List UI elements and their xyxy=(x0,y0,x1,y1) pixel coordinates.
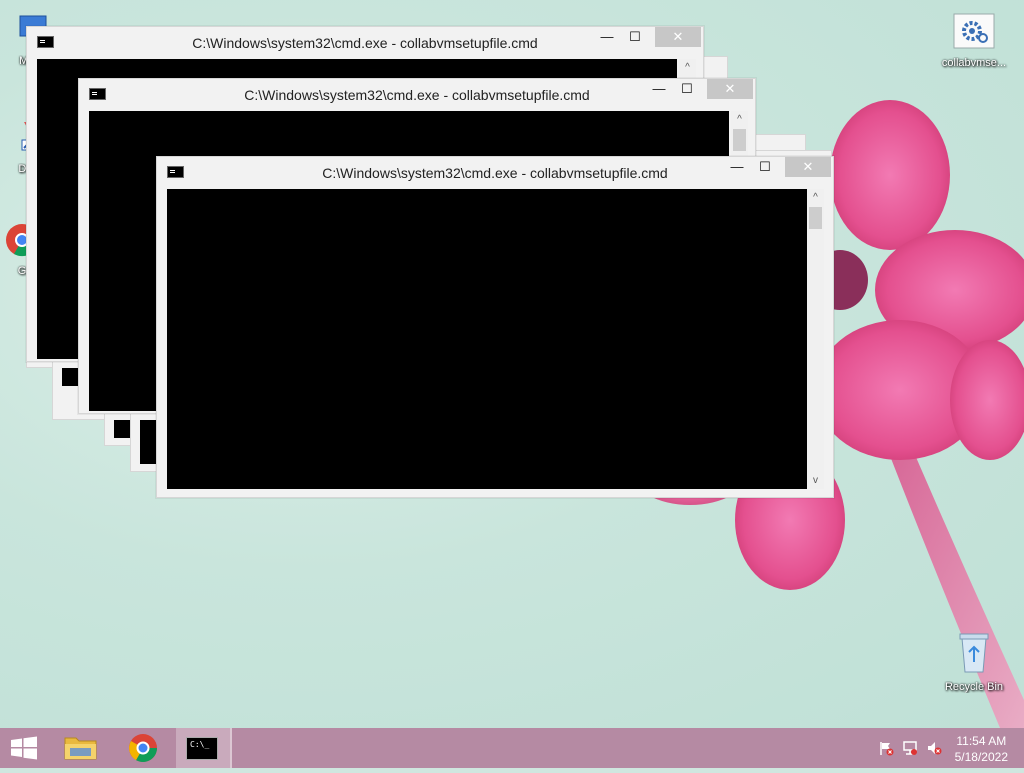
file-explorer-button[interactable] xyxy=(56,728,106,768)
chrome-icon xyxy=(129,734,157,762)
chrome-taskbar-button[interactable] xyxy=(118,728,168,768)
cmd-window-front[interactable]: C:\Windows\system32\cmd.exe - collabvmse… xyxy=(156,156,834,498)
clock-time: 11:54 AM xyxy=(956,734,1007,748)
title-bar[interactable]: C:\Windows\system32\cmd.exe - collabvmse… xyxy=(79,79,755,109)
desktop-icon-recycle-bin[interactable]: Recycle Bin xyxy=(936,630,1012,693)
minimize-button[interactable]: — xyxy=(595,27,619,47)
scroll-down-arrow[interactable]: v xyxy=(807,472,824,489)
folder-icon xyxy=(64,737,97,760)
volume-muted-icon[interactable] xyxy=(926,740,942,756)
action-center-flag-icon[interactable] xyxy=(878,740,894,756)
clock-date: 5/18/2022 xyxy=(954,750,1008,764)
scroll-thumb[interactable] xyxy=(809,207,822,229)
recycle-bin-icon xyxy=(936,630,1012,679)
scroll-up-arrow[interactable]: ^ xyxy=(807,189,824,206)
scroll-up-arrow[interactable]: ^ xyxy=(731,111,748,128)
desktop-icon-collabvm-setup[interactable]: collabvmse... xyxy=(936,12,1012,69)
system-tray: 11:54 AM 5/18/2022 xyxy=(864,728,1024,768)
scroll-up-arrow[interactable]: ^ xyxy=(679,59,696,76)
console-area[interactable] xyxy=(167,189,807,489)
window-ghost-console xyxy=(114,420,130,438)
network-icon[interactable] xyxy=(902,740,918,756)
desktop: My C Data G collabvmse... Recycle Bin xyxy=(0,0,1024,728)
cmd-icon: C:\_ xyxy=(186,737,218,760)
title-bar[interactable]: C:\Windows\system32\cmd.exe - collabvmse… xyxy=(27,27,703,57)
title-bar[interactable]: C:\Windows\system32\cmd.exe - collabvmse… xyxy=(157,157,833,187)
settings-file-icon xyxy=(936,12,1012,55)
close-button[interactable]: ✕ xyxy=(655,27,701,47)
maximize-button[interactable]: ☐ xyxy=(623,27,647,47)
taskbar: C:\_ 11:54 AM 5/18/2022 xyxy=(0,728,1024,768)
scroll-thumb[interactable] xyxy=(733,129,746,151)
close-button[interactable]: ✕ xyxy=(707,79,753,99)
window-ghost-console xyxy=(140,420,156,464)
scrollbar[interactable]: ^ v xyxy=(807,189,824,489)
maximize-button[interactable]: ☐ xyxy=(675,79,699,99)
close-button[interactable]: ✕ xyxy=(785,157,831,177)
start-button[interactable] xyxy=(0,728,48,768)
clock[interactable]: 11:54 AM 5/18/2022 xyxy=(955,733,1008,765)
cmd-taskbar-button[interactable]: C:\_ xyxy=(176,728,232,768)
minimize-button[interactable]: — xyxy=(647,79,671,99)
windows-logo-icon xyxy=(11,736,37,760)
maximize-button[interactable]: ☐ xyxy=(753,157,777,177)
minimize-button[interactable]: — xyxy=(725,157,749,177)
window-ghost-console xyxy=(62,368,78,386)
